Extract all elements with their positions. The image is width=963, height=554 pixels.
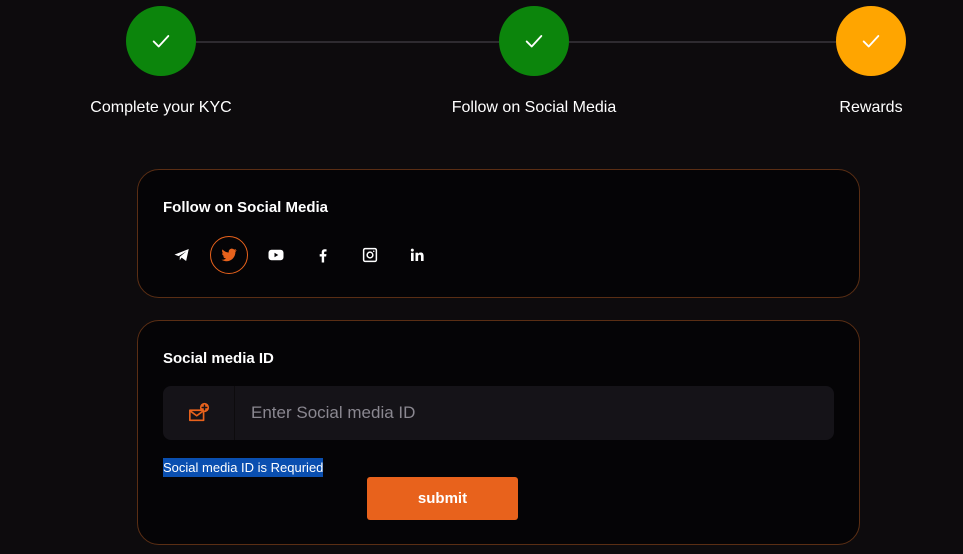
check-icon [152,35,170,48]
facebook-icon [319,249,327,263]
step-connector [196,41,499,43]
step-3-circle [836,6,906,76]
check-icon [525,35,543,48]
instagram-button[interactable] [351,236,389,274]
step-2-circle [499,6,569,76]
step-1-label: Complete your KYC [90,99,232,116]
social-media-id-input-group [163,386,834,440]
social-icons-row [163,236,445,274]
telegram-icon [174,249,189,261]
telegram-button[interactable] [163,236,201,274]
error-message: Social media ID is Requried [163,458,324,477]
follow-social-title: Follow on Social Media [163,199,329,216]
follow-social-card: Follow on Social Media [137,169,860,298]
twitter-button[interactable] [210,236,248,274]
facebook-button[interactable] [304,236,342,274]
step-2-label: Follow on Social Media [451,99,617,116]
social-media-id-input[interactable] [235,386,834,440]
youtube-icon [268,249,284,261]
social-media-id-title: Social media ID [163,350,274,367]
step-1-circle [126,6,196,76]
check-icon [862,35,880,48]
linkedin-icon [410,248,424,261]
progress-stepper: Complete your KYC Follow on Social Media… [0,0,963,130]
social-media-id-card: Social media ID Social media ID is Requr… [137,320,860,545]
twitter-icon [221,248,237,262]
step-3-label: Rewards [839,99,903,116]
input-icon-box [163,386,235,440]
linkedin-button[interactable] [398,236,436,274]
instagram-icon [362,247,378,263]
submit-button[interactable]: submit [367,477,518,520]
step-connector [569,41,836,43]
youtube-button[interactable] [257,236,295,274]
mail-plus-icon [188,402,209,422]
